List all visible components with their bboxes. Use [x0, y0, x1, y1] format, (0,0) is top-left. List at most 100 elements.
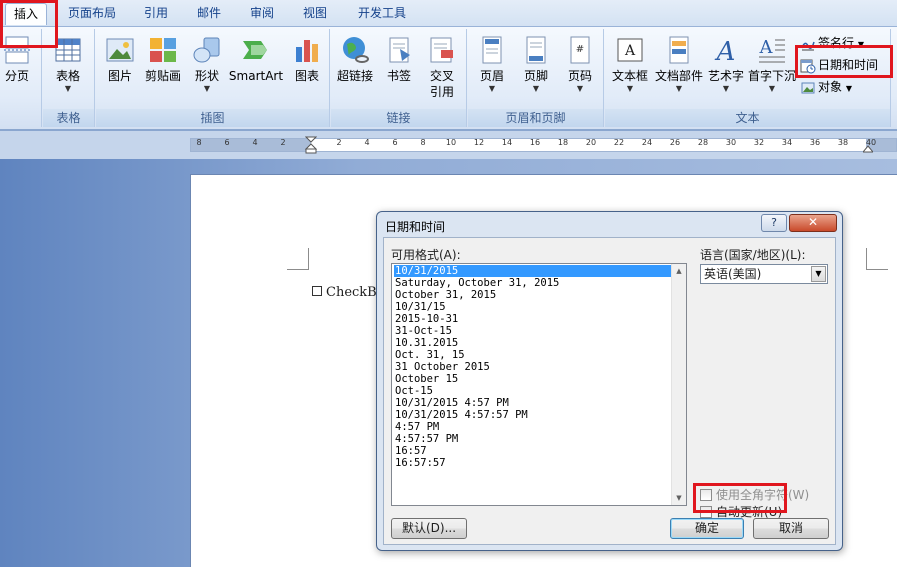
format-list-item[interactable]: 16:57	[394, 445, 674, 457]
tab-references[interactable]: 引用	[136, 3, 176, 25]
format-list-item[interactable]: 16:57:57	[394, 457, 674, 469]
text-box-icon: A	[617, 38, 643, 62]
chevron-down-icon: ▼	[675, 84, 683, 93]
tab-view[interactable]: 视图	[295, 3, 335, 25]
group-label-text: 文本	[605, 109, 890, 127]
ruler-number: 4	[364, 138, 370, 147]
formats-label: 可用格式(A):	[391, 248, 461, 262]
cancel-button[interactable]: 取消	[753, 518, 829, 539]
format-list-item[interactable]: 10/31/2015 4:57:57 PM	[394, 409, 674, 421]
shapes-button[interactable]: 形状 ▼	[184, 31, 230, 107]
format-list-item[interactable]: 10/31/2015 4:57 PM	[394, 397, 674, 409]
svg-text:A: A	[624, 43, 636, 59]
wordart-icon: A	[715, 37, 736, 65]
text-box-label: 文本框	[611, 69, 648, 83]
object-label: 对象	[818, 80, 843, 94]
drop-cap-button[interactable]: A 首字下沉 ▼	[748, 31, 796, 107]
ruler-number: 28	[697, 138, 709, 147]
format-list-item[interactable]: 10/31/15	[394, 301, 674, 313]
chevron-down-icon: ▼	[626, 84, 634, 93]
svg-text:A: A	[715, 37, 736, 65]
ruler-number: 30	[725, 138, 737, 147]
language-select[interactable]: 英语(美国) ▼	[700, 264, 828, 284]
format-list-item[interactable]: 10/31/2015	[394, 265, 674, 277]
chart-label: 图表	[294, 69, 319, 83]
format-list-item[interactable]: October 15	[394, 373, 674, 385]
close-button[interactable]: ✕	[789, 214, 837, 232]
checkbox-square[interactable]	[312, 286, 322, 296]
chart-button[interactable]: 图表	[284, 31, 330, 107]
chevron-down-icon: ▼	[576, 84, 584, 93]
clipart-icon	[150, 38, 176, 62]
chevron-down-icon: ▼	[488, 84, 496, 93]
highlight-date-time-button	[795, 45, 893, 78]
hyperlink-button[interactable]: 超链接	[332, 31, 378, 107]
cross-reference-button[interactable]: 交叉 引用	[419, 31, 465, 107]
formats-listbox[interactable]: 16:57:57 16:57 4:57:57 PM 4:57 PM 10/31/2015…	[391, 263, 687, 506]
format-list-item[interactable]: 31-Oct-15	[394, 325, 674, 337]
default-button[interactable]: 默认(D)...	[391, 518, 467, 539]
ruler-number: 24	[641, 138, 653, 147]
chevron-down-icon[interactable]: ▼	[811, 266, 826, 282]
hyperlink-label: 超链接	[336, 69, 373, 83]
ruler-number: 16	[529, 138, 541, 147]
bookmark-button[interactable]: 书签	[376, 31, 422, 107]
document-checkbox[interactable]: CheckBo	[312, 285, 385, 300]
indent-marker-icon[interactable]	[305, 136, 317, 154]
highlight-insert-tab	[0, 0, 58, 48]
page-number-icon: #	[570, 36, 590, 64]
highlight-auto-update	[693, 483, 787, 513]
quick-parts-button[interactable]: 文档部件 ▼	[653, 31, 705, 107]
ruler-number: 10	[445, 138, 457, 147]
ruler-number: 18	[557, 138, 569, 147]
footer-label: 页脚	[523, 69, 548, 83]
ruler-number: 6	[392, 138, 398, 147]
cross-reference-icon	[430, 37, 453, 63]
formats-scrollbar[interactable]: ▲ ▼	[671, 264, 686, 505]
tab-review[interactable]: 审阅	[242, 3, 282, 25]
clipart-button[interactable]: 剪贴画	[140, 31, 186, 107]
format-list-item[interactable]: Saturday, October 31, 2015	[394, 277, 674, 289]
object-button[interactable]: 对象 ▼	[800, 77, 852, 97]
ok-button[interactable]: 确定	[670, 518, 744, 539]
format-list-item[interactable]: 10.31.2015	[394, 337, 674, 349]
bookmark-icon	[389, 37, 410, 63]
smartart-label: SmartArt	[228, 69, 284, 83]
chevron-down-icon: ▼	[203, 84, 211, 93]
ruler-number: 20	[585, 138, 597, 147]
format-list-item[interactable]: 31 October 2015	[394, 361, 674, 373]
picture-label: 图片	[107, 69, 132, 83]
picture-button[interactable]: 图片	[97, 31, 143, 107]
text-box-button[interactable]: A 文本框 ▼	[607, 31, 653, 107]
format-list-item[interactable]: 2015-10-31	[394, 313, 674, 325]
chevron-down-icon: ▼	[768, 84, 776, 93]
svg-text:A: A	[759, 37, 774, 58]
footer-button[interactable]: 页脚 ▼	[513, 31, 559, 107]
format-list-item[interactable]: Oct-15	[394, 385, 674, 397]
wordart-button[interactable]: A 艺术字 ▼	[703, 31, 749, 107]
group-label-illustrations: 插图	[96, 109, 329, 127]
scroll-down-arrow-icon[interactable]: ▼	[672, 491, 686, 505]
group-label-tables: 表格	[43, 109, 94, 127]
bookmark-label: 书签	[386, 69, 411, 83]
clipart-label: 剪贴画	[144, 69, 181, 83]
footer-icon	[526, 36, 546, 64]
scroll-up-arrow-icon[interactable]: ▲	[672, 264, 686, 278]
tab-mailings[interactable]: 邮件	[189, 3, 229, 25]
format-list-item[interactable]: Oct. 31, 15	[394, 349, 674, 361]
group-text: A 文本框 ▼ 文档部件 ▼ A 艺术字 ▼ A 首字下沉 ▼ 签名行 ▼ 日期…	[605, 29, 891, 127]
tab-page-layout[interactable]: 页面布局	[60, 3, 124, 25]
page-number-button[interactable]: # 页码 ▼	[557, 31, 603, 107]
crop-mark-left	[287, 248, 309, 270]
header-button[interactable]: 页眉 ▼	[469, 31, 515, 107]
smartart-button[interactable]: SmartArt	[228, 31, 284, 107]
format-list-item[interactable]: 4:57 PM	[394, 421, 674, 433]
right-indent-marker-icon[interactable]	[863, 143, 873, 153]
horizontal-ruler[interactable]: 8 6 4 2 2 4 6 8 10 12 14 16 18 20 22 24 26 28 30 32 34 36 38 40	[190, 136, 897, 154]
tab-developer[interactable]: 开发工具	[350, 3, 414, 25]
format-list-item[interactable]: 4:57:57 PM	[394, 433, 674, 445]
ruler-number: 38	[837, 138, 849, 147]
help-button[interactable]: ?	[761, 214, 787, 232]
format-list-item[interactable]: October 31, 2015	[394, 289, 674, 301]
page-number-label: 页码	[567, 69, 592, 83]
